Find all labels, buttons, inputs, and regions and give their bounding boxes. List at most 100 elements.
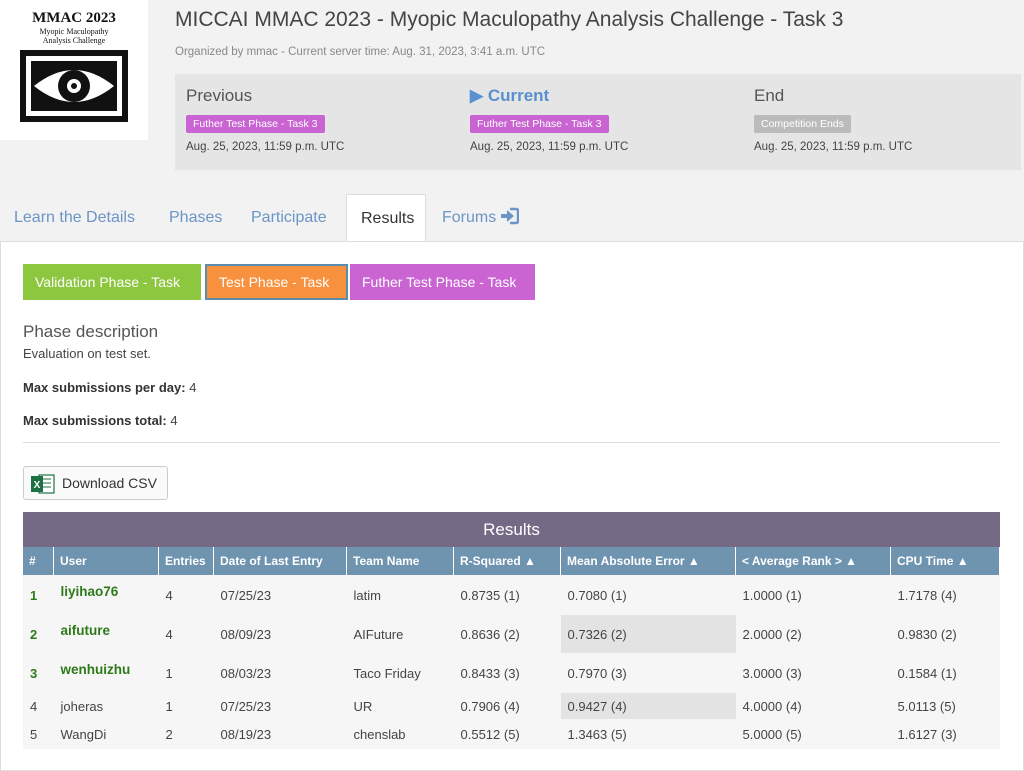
- cpu-time-cell: 1.6127 (3): [890, 719, 1000, 749]
- rank-cell: 2: [23, 615, 54, 653]
- col-r-squared[interactable]: R-Squared ▲: [453, 547, 561, 575]
- end-phase-date: Aug. 25, 2023, 11:59 p.m. UTC: [754, 141, 913, 153]
- average-rank-cell: 1.0000 (1): [735, 575, 891, 615]
- user-link[interactable]: aifuture: [61, 623, 111, 638]
- play-arrow-icon: ▶: [470, 86, 484, 105]
- phase-description-text: Evaluation on test set.: [23, 346, 151, 361]
- col-team-name: Team Name: [346, 547, 454, 575]
- max-submissions-total: Max submissions total: 4: [23, 413, 178, 428]
- date-cell: 07/25/23: [213, 693, 347, 719]
- sign-in-icon: [501, 207, 520, 225]
- average-rank-cell: 5.0000 (5): [735, 719, 891, 749]
- tab-results[interactable]: Results: [346, 194, 426, 243]
- average-rank-cell: 2.0000 (2): [735, 615, 891, 653]
- table-row: 2 aifuture 4 08/09/23 AIFuture 0.8636 (2…: [23, 615, 1000, 653]
- previous-phase: Previous Futher Test Phase - Task 3 Aug.…: [186, 86, 344, 153]
- divider: [23, 442, 1000, 443]
- entries-cell: 4: [158, 575, 214, 615]
- team-cell: Taco Friday: [346, 653, 454, 693]
- table-row: 1 liyihao76 4 07/25/23 latim 0.8735 (1) …: [23, 575, 1000, 615]
- date-cell: 07/25/23: [213, 575, 347, 615]
- team-cell: UR: [346, 693, 454, 719]
- competition-title: MICCAI MMAC 2023 - Myopic Maculopathy An…: [175, 8, 844, 31]
- user-link[interactable]: wenhuizhu: [61, 662, 131, 677]
- tab-phases[interactable]: Phases: [155, 194, 236, 242]
- logo-title: MMAC 2023: [32, 10, 116, 26]
- average-rank-cell: 4.0000 (4): [735, 693, 891, 719]
- entries-cell: 2: [158, 719, 214, 749]
- user-cell: liyihao76: [53, 575, 159, 615]
- r-squared-cell: 0.5512 (5): [453, 719, 561, 749]
- eye-emblem-icon: [20, 50, 128, 122]
- logo-subtitle-2: Analysis Challenge: [42, 36, 106, 45]
- validation-phase-button[interactable]: Validation Phase - Task 3: [23, 264, 201, 326]
- date-cell: 08/03/23: [213, 653, 347, 693]
- team-cell: latim: [346, 575, 454, 615]
- date-cell: 08/19/23: [213, 719, 347, 749]
- r-squared-cell: 0.8636 (2): [453, 615, 561, 653]
- previous-phase-tag: Futher Test Phase - Task 3: [186, 115, 325, 133]
- r-squared-cell: 0.8433 (3): [453, 653, 561, 693]
- col-date-last-entry: Date of Last Entry: [213, 547, 347, 575]
- date-cell: 08/09/23: [213, 615, 347, 653]
- rank-cell: 5: [23, 719, 54, 749]
- user-cell: aifuture: [53, 615, 159, 653]
- end-phase: End Competition Ends Aug. 25, 2023, 11:5…: [754, 86, 912, 153]
- excel-file-icon: X: [31, 474, 55, 494]
- user-link[interactable]: liyihao76: [61, 584, 119, 599]
- col-average-rank[interactable]: < Average Rank > ▲: [735, 547, 891, 575]
- phase-timeline: Previous Futher Test Phase - Task 3 Aug.…: [175, 74, 1021, 170]
- max-submissions-per-day: Max submissions per day: 4: [23, 380, 197, 395]
- mae-cell: 0.7970 (3): [560, 653, 736, 693]
- tab-learn-the-details[interactable]: Learn the Details: [0, 194, 149, 242]
- entries-cell: 4: [158, 615, 214, 653]
- col-entries: Entries: [158, 547, 214, 575]
- table-row: 4 joheras 1 07/25/23 UR 0.7906 (4) 0.942…: [23, 693, 1000, 719]
- user-cell: WangDi: [53, 719, 159, 749]
- rank-cell: 4: [23, 693, 54, 719]
- average-rank-cell: 3.0000 (3): [735, 653, 891, 693]
- mae-cell: 1.3463 (5): [560, 719, 736, 749]
- r-squared-cell: 0.7906 (4): [453, 693, 561, 719]
- col-mean-absolute-error[interactable]: Mean Absolute Error ▲: [560, 547, 736, 575]
- cpu-time-cell: 1.7178 (4): [890, 575, 1000, 615]
- further-test-phase-button[interactable]: Futher Test Phase - Task 3: [350, 264, 535, 326]
- results-panel: Validation Phase - Task 3 Test Phase - T…: [0, 241, 1024, 771]
- previous-phase-title: Previous: [186, 86, 253, 105]
- col-user: User: [53, 547, 159, 575]
- table-row: 3 wenhuizhu 1 08/03/23 Taco Friday 0.843…: [23, 653, 1000, 693]
- tab-participate[interactable]: Participate: [237, 194, 341, 242]
- previous-phase-date: Aug. 25, 2023, 11:59 p.m. UTC: [186, 141, 345, 153]
- mae-cell: 0.9427 (4): [560, 693, 736, 719]
- mae-cell: 0.7326 (2): [560, 615, 736, 653]
- user-cell: wenhuizhu: [53, 653, 159, 693]
- col-rank: #: [23, 547, 54, 575]
- entries-cell: 1: [158, 653, 214, 693]
- download-csv-button[interactable]: X Download CSV: [23, 466, 168, 500]
- table-row: 5 WangDi 2 08/19/23 chenslab 0.5512 (5) …: [23, 719, 1000, 749]
- svg-text:X: X: [34, 480, 41, 491]
- col-cpu-time[interactable]: CPU Time ▲: [890, 547, 1000, 575]
- mae-cell: 0.7080 (1): [560, 575, 736, 615]
- r-squared-cell: 0.8735 (1): [453, 575, 561, 615]
- results-table: # User Entries Date of Last Entry Team N…: [23, 547, 1000, 749]
- rank-cell: 1: [23, 575, 54, 615]
- cpu-time-cell: 0.1584 (1): [890, 653, 1000, 693]
- results-table-heading: Results: [23, 512, 1000, 547]
- results-header-row: # User Entries Date of Last Entry Team N…: [23, 547, 1000, 575]
- cpu-time-cell: 5.0113 (5): [890, 693, 1000, 719]
- competition-logo: MMAC 2023 Myopic Maculopathy Analysis Ch…: [0, 0, 148, 140]
- cpu-time-cell: 0.9830 (2): [890, 615, 1000, 653]
- test-phase-button[interactable]: Test Phase - Task 3: [205, 264, 348, 322]
- team-cell: chenslab: [346, 719, 454, 749]
- user-cell: joheras: [53, 693, 159, 719]
- logo-subtitle-1: Myopic Maculopathy: [39, 27, 109, 36]
- organizer-info: Organized by mmac - Current server time:…: [175, 46, 546, 58]
- current-phase-date: Aug. 25, 2023, 11:59 p.m. UTC: [470, 141, 629, 153]
- current-phase: ▶ Current Futher Test Phase - Task 3 Aug…: [470, 86, 628, 153]
- competition-tabs: Learn the Details Phases Participate Res…: [0, 194, 1024, 243]
- download-csv-label: Download CSV: [62, 475, 157, 491]
- end-phase-title: End: [754, 86, 785, 105]
- end-phase-tag: Competition Ends: [754, 115, 851, 133]
- tab-forums[interactable]: Forums: [428, 194, 533, 242]
